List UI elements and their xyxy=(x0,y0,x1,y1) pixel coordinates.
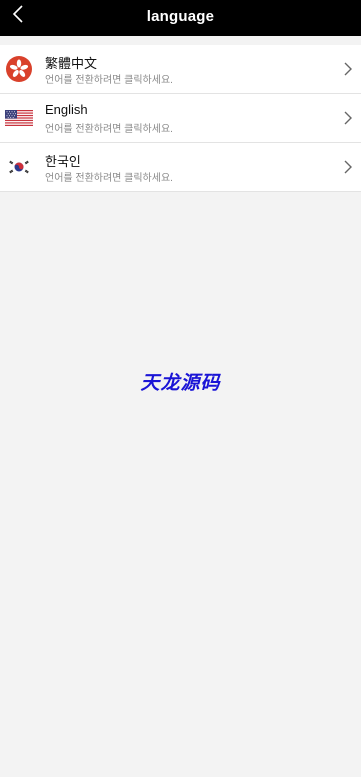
language-item-english[interactable]: English 언어를 전환하려면 클릭하세요. xyxy=(0,94,361,143)
chevron-right-icon xyxy=(344,62,352,76)
hong-kong-flag-icon xyxy=(5,55,33,83)
language-name: 繁體中文 xyxy=(45,56,98,71)
language-description: 언어를 전환하려면 클릭하세요. xyxy=(45,173,173,184)
watermark-logo: 天龙源码 xyxy=(140,373,221,394)
chevron-right-icon xyxy=(344,111,352,125)
us-flag-icon xyxy=(5,104,33,132)
language-name: 한국인 xyxy=(45,154,81,169)
top-bar: language xyxy=(0,0,361,36)
language-item-korean[interactable]: 한국인 언어를 전환하려면 클릭하세요. xyxy=(0,143,361,192)
language-list: 繁體中文 언어를 전환하려면 클릭하세요. English 언어를 전환하려면 … xyxy=(0,45,361,192)
language-description: 언어를 전환하려면 클릭하세요. xyxy=(45,75,173,86)
korea-flag-icon xyxy=(5,153,33,181)
language-name: English xyxy=(45,102,88,117)
language-item-traditional-chinese[interactable]: 繁體中文 언어를 전환하려면 클릭하세요. xyxy=(0,45,361,94)
chevron-right-icon xyxy=(344,160,352,174)
language-description: 언어를 전환하려면 클릭하세요. xyxy=(45,124,173,135)
page-title: language xyxy=(146,8,215,25)
